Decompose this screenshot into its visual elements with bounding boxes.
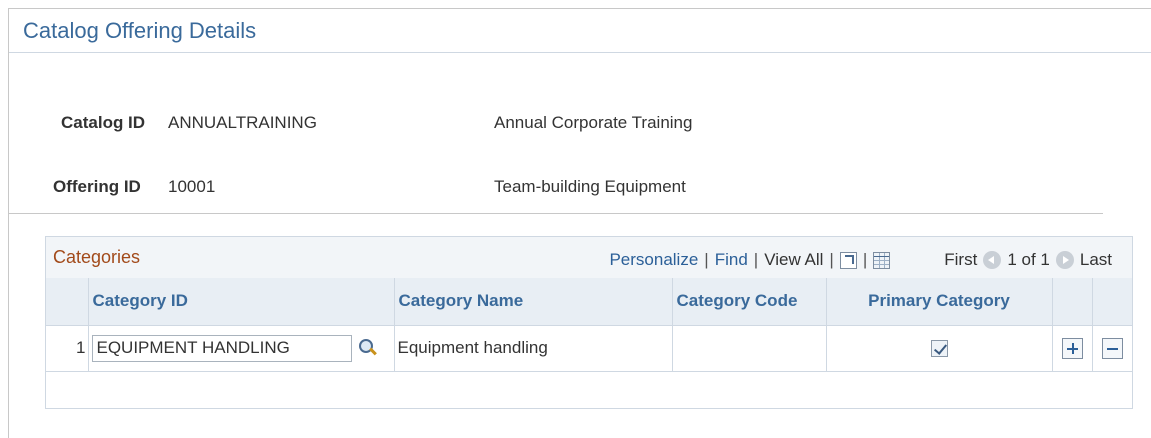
grid-header-bar: Categories Personalize | Find | View All… — [46, 237, 1132, 278]
next-icon[interactable] — [1055, 251, 1074, 269]
section-divider — [9, 213, 1103, 214]
table-row: 1 Equipment handling — [46, 325, 1132, 372]
delete-row-cell — [1091, 325, 1132, 372]
row-number-header — [46, 278, 88, 326]
previous-icon[interactable] — [983, 251, 1002, 269]
personalize-link[interactable]: Personalize — [609, 250, 698, 270]
row-number: 1 — [46, 325, 88, 372]
nav-separator: | — [704, 250, 709, 269]
nav-separator: | — [862, 250, 868, 269]
column-header-primary-category: Primary Category — [825, 278, 1052, 326]
lookup-magnifier-icon[interactable] — [358, 338, 378, 358]
add-row-icon[interactable] — [1061, 337, 1083, 359]
page-container: Catalog Offering Details Catalog ID ANNU… — [8, 8, 1151, 438]
grid-table: Category ID Category Name Category Code … — [46, 278, 1132, 372]
primary-category-checkbox[interactable] — [930, 340, 948, 358]
view-all-link[interactable]: View All — [764, 250, 823, 270]
grid-navigation: Personalize | Find | View All | | First … — [609, 250, 1112, 270]
category-name-cell: Equipment handling — [393, 325, 672, 372]
primary-category-cell — [825, 325, 1052, 372]
column-header-category-id: Category ID — [87, 278, 394, 326]
offering-description: Team-building Equipment — [494, 177, 686, 196]
find-link[interactable]: Find — [715, 250, 748, 270]
category-code-cell — [671, 325, 826, 372]
grid-title: Categories — [53, 247, 141, 267]
first-label: First — [944, 250, 978, 269]
zoom-grid-icon[interactable] — [839, 251, 857, 269]
column-header-category-code: Category Code — [671, 278, 826, 326]
offering-id-value: 10001 — [168, 177, 216, 196]
row-range: 1 of 1 — [1007, 250, 1050, 269]
delete-row-icon[interactable] — [1101, 337, 1123, 359]
category-id-input[interactable] — [91, 334, 352, 362]
download-spreadsheet-icon[interactable] — [873, 251, 891, 269]
catalog-description: Annual Corporate Training — [494, 113, 693, 132]
delete-column-header — [1091, 278, 1132, 326]
nav-separator: | — [829, 250, 834, 269]
page-title: Catalog Offering Details — [23, 18, 257, 43]
categories-grid: Categories Personalize | Find | View All… — [45, 236, 1133, 409]
add-row-cell — [1051, 325, 1092, 372]
offering-id-label: Offering ID — [53, 177, 141, 196]
catalog-id-value: ANNUALTRAINING — [168, 113, 317, 132]
nav-separator: | — [753, 250, 759, 269]
column-header-category-name: Category Name — [393, 278, 672, 326]
category-id-cell — [87, 325, 394, 372]
title-divider — [9, 52, 1151, 53]
table-header-row: Category ID Category Name Category Code … — [46, 278, 1132, 326]
add-column-header — [1051, 278, 1092, 326]
catalog-id-label: Catalog ID — [61, 113, 146, 132]
last-label: Last — [1079, 250, 1112, 269]
